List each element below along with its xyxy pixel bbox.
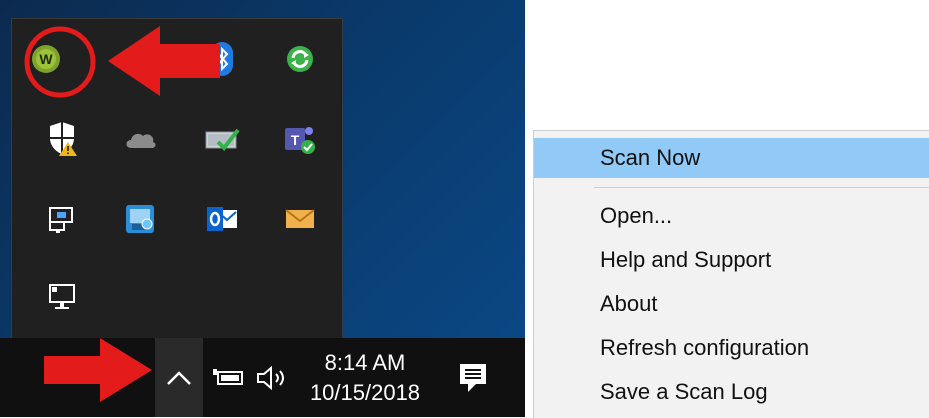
taskbar-clock[interactable]: 8:14 AM 10/15/2018 [300, 348, 430, 412]
teams-icon[interactable]: T [280, 119, 320, 159]
show-hidden-icons-button[interactable] [155, 338, 203, 417]
menu-item-label: About [600, 291, 658, 316]
clock-time: 8:14 AM [324, 350, 406, 375]
chevron-up-icon [167, 370, 191, 385]
menu-item-scan-now[interactable]: Scan Now [534, 138, 929, 178]
red-arrow-right-icon [44, 338, 152, 402]
menu-item-refresh-configuration[interactable]: Refresh configuration [534, 328, 929, 368]
network-connection-icon[interactable] [120, 199, 160, 239]
menu-item-label: Help and Support [600, 247, 772, 272]
desktop: W T 8:14 AM 10/15/2018 [0, 0, 525, 417]
action-center-icon[interactable] [456, 360, 492, 401]
clock-date: 10/15/2018 [309, 380, 421, 405]
mail-icon[interactable] [280, 199, 320, 239]
menu-item-label: Open... [600, 203, 673, 228]
menu-item-label: Save a Scan Log [600, 379, 768, 404]
menu-item-open[interactable]: Open... [534, 196, 929, 236]
remote-desktop-icon[interactable] [42, 199, 82, 239]
battery-icon[interactable] [212, 366, 246, 393]
speaker-volume-icon[interactable] [254, 365, 292, 395]
menu-item-label: Scan Now [600, 145, 701, 170]
windows-defender-warning-icon[interactable] [42, 119, 82, 159]
menu-item-about[interactable]: About [534, 284, 929, 324]
power-manager-icon[interactable] [202, 119, 242, 159]
highlight-circle [24, 26, 96, 98]
menu-item-help-and-support[interactable]: Help and Support [534, 240, 929, 280]
red-arrow-left-icon [108, 26, 220, 96]
menu-separator [594, 187, 929, 188]
webroot-context-menu: Scan Now Open... Help and Support About … [533, 130, 929, 418]
menu-item-save-scan-log[interactable]: Save a Scan Log [534, 372, 929, 412]
menu-item-label: Refresh configuration [600, 335, 810, 360]
outlook-icon[interactable] [202, 199, 242, 239]
onedrive-icon[interactable] [120, 119, 160, 159]
svg-text:T: T [291, 132, 300, 148]
sync-icon[interactable] [280, 39, 320, 79]
display-icon[interactable] [42, 277, 82, 317]
